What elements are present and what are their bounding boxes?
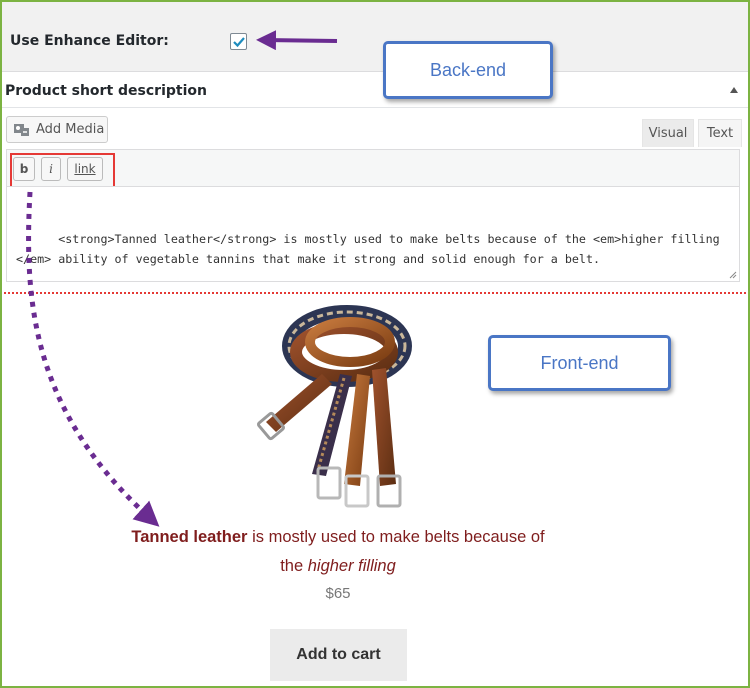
product-short-description-metabox: Product short description Add Media Visu… <box>2 72 748 288</box>
add-media-button[interactable]: Add Media <box>6 116 108 143</box>
add-media-label: Add Media <box>36 122 105 137</box>
frontend-callout: Front-end <box>488 335 671 391</box>
metabox-title: Product short description <box>5 83 207 99</box>
product-desc-text: is mostly used to make belts because of … <box>247 528 545 575</box>
backend-frontend-divider <box>4 292 746 294</box>
quicktags-toolbar: b i link <box>6 149 740 188</box>
belts-product-image <box>256 305 412 508</box>
enhance-editor-checkbox[interactable] <box>230 33 247 50</box>
product-price: $65 <box>325 585 351 602</box>
checkmark-icon <box>233 37 245 48</box>
resize-grip-icon[interactable] <box>727 269 737 279</box>
product-description: Tanned leather is mostly used to make be… <box>120 523 556 581</box>
tab-text[interactable]: Text <box>698 119 742 147</box>
product-desc-italic: higher filling <box>307 557 396 575</box>
collapse-arrow-icon[interactable] <box>730 87 738 93</box>
metabox-header: Product short description <box>2 72 748 108</box>
tab-visual[interactable]: Visual <box>642 119 694 147</box>
backend-callout: Back-end <box>383 41 553 99</box>
quicktags-highlight-box <box>10 153 115 188</box>
enhance-editor-setting-row: Use Enhance Editor: <box>2 2 748 72</box>
screenshot-frame: Use Enhance Editor: Product short descri… <box>0 0 750 688</box>
add-to-cart-button[interactable]: Add to cart <box>270 629 407 681</box>
text-editor-area[interactable]: <strong>Tanned leather</strong> is mostl… <box>6 186 740 282</box>
editor-content: <strong>Tanned leather</strong> is mostl… <box>16 232 720 266</box>
product-desc-bold: Tanned leather <box>131 528 248 546</box>
enhance-editor-label: Use Enhance Editor: <box>10 33 169 49</box>
add-media-icon <box>13 122 31 138</box>
